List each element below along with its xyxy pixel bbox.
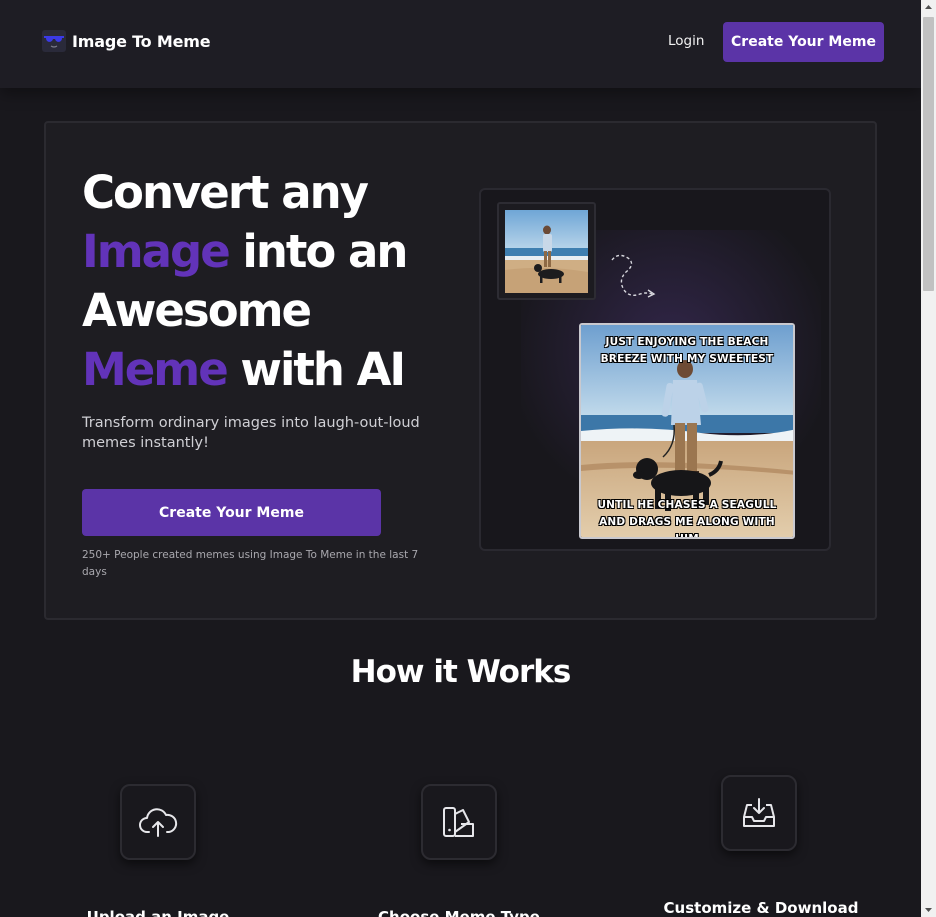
meme-type-step-icon-box xyxy=(421,784,497,860)
meme-preview: JUST ENJOYING THE BEACH BREEZE WITH MY S… xyxy=(479,188,831,551)
page: Image To Meme Login Create Your Meme Con… xyxy=(0,0,921,917)
how-it-works-title: How it Works xyxy=(350,654,572,690)
headline-line1: Convert any xyxy=(82,166,369,219)
headline-accent-meme: Meme xyxy=(82,343,229,396)
scroll-down-arrow-icon[interactable] xyxy=(921,902,936,917)
headline-line4: with AI xyxy=(240,343,406,396)
step-label-download: Customize & Download xyxy=(663,899,859,917)
swatch-icon xyxy=(443,807,474,837)
logo-text: Image To Meme xyxy=(72,31,211,51)
headline-accent-image: Image xyxy=(82,225,231,278)
download-tray-icon xyxy=(743,798,775,827)
hero-section: Convert any Image into an Awesome Meme w… xyxy=(44,121,877,620)
headline-line2: into an xyxy=(242,225,408,278)
cloud-upload-icon xyxy=(139,808,178,837)
site-header: Image To Meme Login Create Your Meme xyxy=(0,0,921,88)
upload-step-icon-box xyxy=(120,784,196,860)
step-label-meme-type: Choose Meme Type xyxy=(378,908,540,917)
social-proof-text: 250+ People created memes using Image To… xyxy=(82,549,419,578)
generated-meme: JUST ENJOYING THE BEACH BREEZE WITH MY S… xyxy=(579,323,795,539)
hero-headline: Convert any Image into an Awesome Meme w… xyxy=(82,163,462,399)
download-step-icon-box xyxy=(721,775,797,851)
meme-top-caption: JUST ENJOYING THE BEACH BREEZE WITH MY S… xyxy=(600,336,774,365)
headline-line3: Awesome xyxy=(82,284,312,337)
login-link[interactable]: Login xyxy=(668,33,704,49)
logo[interactable]: Image To Meme xyxy=(42,30,211,52)
scrollbar-thumb[interactable] xyxy=(923,17,934,291)
create-meme-hero-button[interactable]: Create Your Meme xyxy=(82,489,381,536)
step-label-upload: Upload an Image xyxy=(86,908,230,917)
curved-arrow-icon xyxy=(611,254,656,298)
vertical-scrollbar[interactable] xyxy=(921,0,936,917)
sunglasses-icon xyxy=(42,30,66,52)
beach-photo-thumbnail xyxy=(505,210,588,293)
hero-subtitle: Transform ordinary images into laugh-out… xyxy=(82,415,420,451)
meme-bottom-caption: UNTIL HE CHASES A SEAGULL AND DRAGS ME A… xyxy=(597,499,777,539)
create-meme-header-button[interactable]: Create Your Meme xyxy=(723,22,884,62)
scroll-up-arrow-icon[interactable] xyxy=(921,0,936,15)
original-image-thumbnail xyxy=(497,202,596,300)
